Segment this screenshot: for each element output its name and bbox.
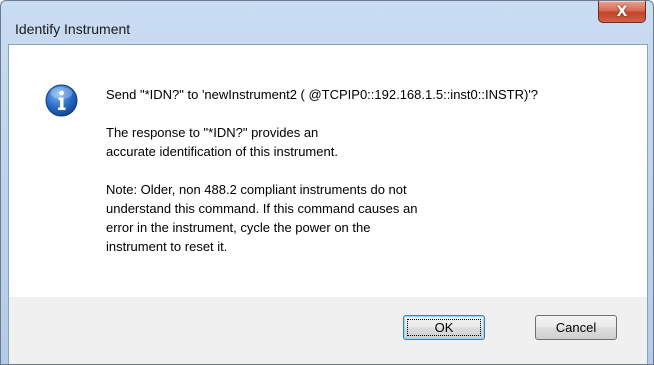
dialog-window: Identify Instrument X Send "*IDN?" to 'n… <box>0 0 654 365</box>
focus-rectangle <box>407 319 481 336</box>
message-question: Send "*IDN?" to 'newInstrument2 ( @TCPIP… <box>106 87 539 102</box>
title-bar[interactable]: Identify Instrument X <box>1 1 653 45</box>
ok-button[interactable]: OK <box>403 315 485 340</box>
message-response-info: The response to "*IDN?" provides an accu… <box>106 125 338 159</box>
close-icon: X <box>616 3 628 20</box>
message-area: Send "*IDN?" to 'newInstrument2 ( @TCPIP… <box>9 45 647 297</box>
window-title: Identify Instrument <box>15 21 131 37</box>
cancel-button[interactable]: Cancel <box>535 315 617 340</box>
close-button[interactable]: X <box>598 1 646 23</box>
message-note: Note: Older, non 488.2 compliant instrum… <box>106 182 418 254</box>
dialog-client-area: Send "*IDN?" to 'newInstrument2 ( @TCPIP… <box>8 44 648 364</box>
info-icon <box>45 84 78 117</box>
cancel-button-label: Cancel <box>555 320 597 335</box>
